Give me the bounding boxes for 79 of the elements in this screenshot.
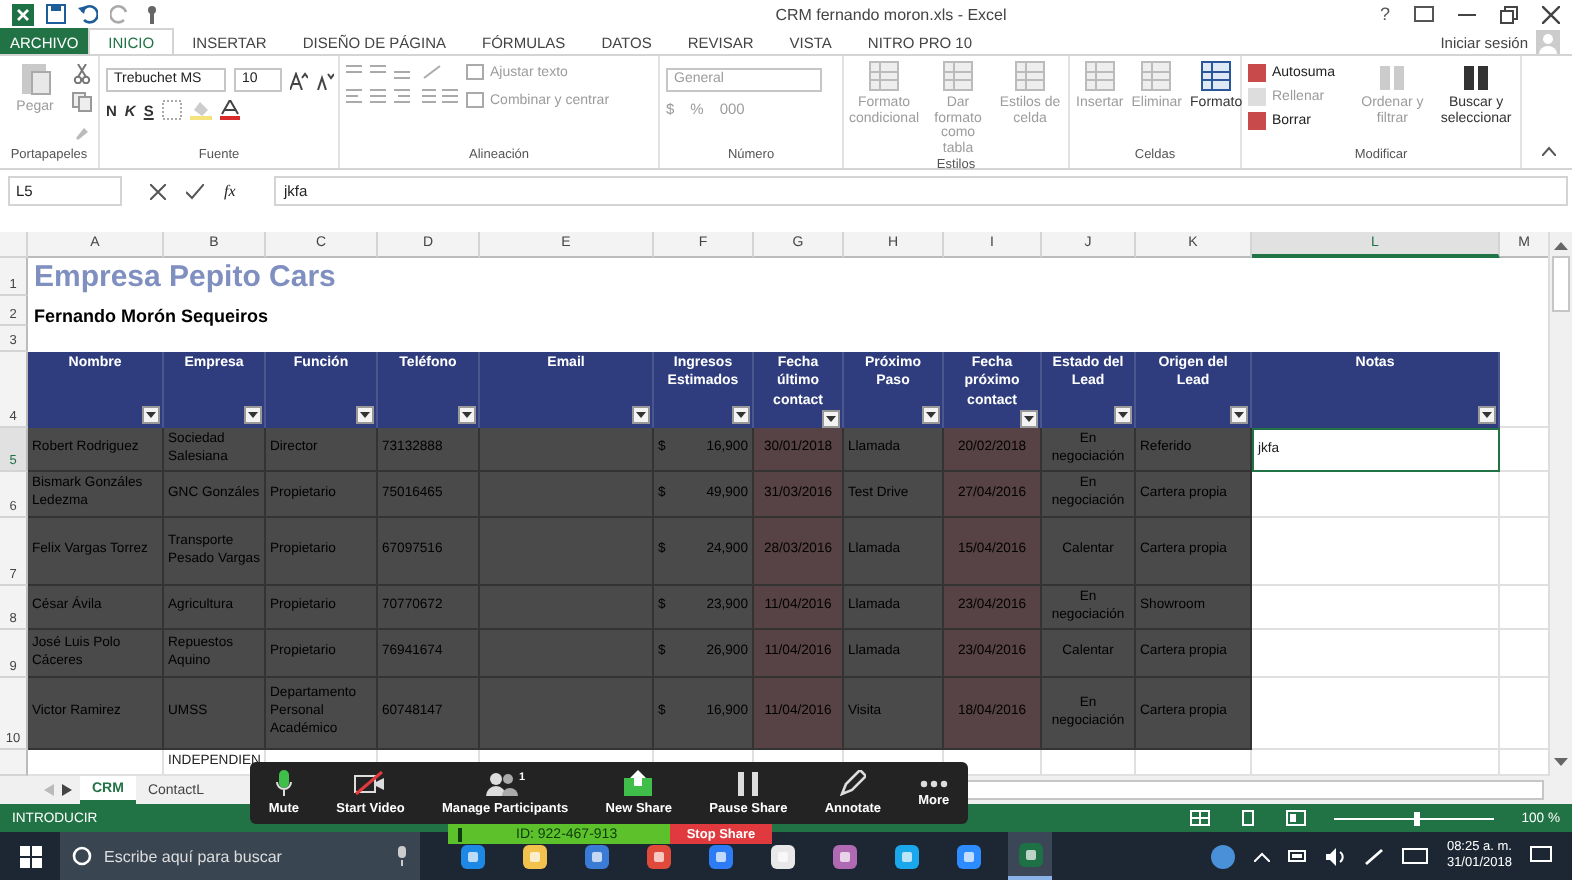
sheet-grid-icon — [1014, 60, 1046, 92]
filter-dropdown-icon[interactable] — [458, 406, 476, 424]
filter-dropdown-icon[interactable] — [1230, 406, 1248, 424]
network-icon[interactable] — [1364, 847, 1385, 865]
grow-font-icon[interactable] — [290, 71, 308, 89]
app-icon[interactable] — [645, 843, 671, 869]
tool-icon — [1462, 60, 1491, 92]
app-icon[interactable] — [893, 843, 919, 869]
app-icon[interactable] — [583, 843, 609, 869]
speaker-icon[interactable] — [1326, 847, 1347, 865]
filter-dropdown-icon[interactable] — [356, 406, 374, 424]
filter-dropdown-icon[interactable] — [1020, 410, 1038, 429]
filter-dropdown-icon[interactable] — [632, 406, 650, 424]
merge-icon — [466, 92, 484, 108]
check-icon[interactable] — [186, 183, 204, 199]
app-icon[interactable] — [707, 843, 733, 869]
zoom-slider-thumb[interactable] — [1413, 811, 1420, 825]
page-layout-icon[interactable] — [1237, 810, 1258, 826]
font-color-icon[interactable] — [219, 100, 240, 120]
undo-icon[interactable] — [78, 4, 98, 24]
sheet-grid-icon — [1140, 60, 1173, 92]
taskbar-search-field[interactable]: Escribe aquí para buscar — [60, 832, 420, 880]
paste-icon — [19, 60, 51, 96]
help-circle-icon[interactable] — [1210, 843, 1237, 869]
window-title: CRM fernando moron.xls - Excel — [773, 5, 1009, 23]
battery-icon[interactable] — [1288, 850, 1309, 862]
help-button[interactable]: ? — [1379, 4, 1390, 24]
sheet-subtitle: Fernando Morón Sequeiros — [34, 306, 269, 326]
participants-icon — [485, 771, 518, 795]
cut-icon[interactable] — [72, 64, 92, 84]
share-screen-icon — [624, 770, 653, 796]
close-icon[interactable] — [1542, 5, 1560, 23]
microphone-icon[interactable] — [396, 846, 408, 866]
insert-function-button[interactable]: fx — [224, 182, 236, 200]
filter-dropdown-icon[interactable] — [732, 406, 750, 424]
pause-icon — [738, 771, 759, 795]
shrink-font-icon[interactable] — [316, 71, 334, 89]
scrollbar-thumb[interactable] — [1552, 256, 1570, 312]
tool-icon — [1378, 60, 1407, 92]
filter-dropdown-icon[interactable] — [1478, 406, 1496, 424]
sheet-title: Empresa Pepito Cars — [34, 260, 336, 296]
microphone-icon — [275, 770, 292, 796]
sheet-grid-icon — [1083, 60, 1116, 92]
more-icon — [919, 779, 948, 787]
pencil-icon — [839, 770, 866, 796]
keyboard-icon[interactable] — [1402, 848, 1429, 864]
sheet-grid-icon — [942, 60, 974, 92]
touch-mode-icon[interactable] — [142, 4, 162, 24]
collapse-ribbon-icon[interactable] — [1542, 146, 1556, 156]
wrap-text-icon — [466, 64, 484, 80]
filter-dropdown-icon[interactable] — [922, 406, 940, 424]
app-icon[interactable] — [831, 843, 857, 869]
ribbon-display-icon[interactable] — [1414, 6, 1434, 22]
notifications-icon[interactable] — [1530, 846, 1552, 866]
app-icon[interactable] — [955, 843, 981, 869]
filter-dropdown-icon[interactable] — [244, 406, 262, 424]
cancel-icon[interactable] — [150, 183, 166, 199]
sheet-grid-icon — [868, 60, 900, 92]
filter-dropdown-icon[interactable] — [822, 410, 840, 429]
filter-dropdown-icon[interactable] — [1114, 406, 1132, 424]
app-icon[interactable] — [1017, 841, 1043, 867]
sheet-grid-icon — [1200, 60, 1233, 92]
video-off-icon — [354, 770, 387, 796]
cortana-circle-icon — [72, 846, 92, 866]
scroll-up-icon[interactable] — [1554, 240, 1568, 250]
filter-dropdown-icon[interactable] — [142, 406, 160, 424]
normal-view-icon[interactable] — [1189, 810, 1210, 826]
app-icon[interactable] — [521, 843, 547, 869]
app-icon[interactable] — [459, 843, 485, 869]
fill-color-icon[interactable] — [189, 100, 212, 120]
save-icon[interactable] — [46, 4, 66, 24]
app-icon[interactable] — [769, 843, 795, 869]
next-sheet-icon[interactable] — [62, 784, 72, 796]
copy-icon[interactable] — [72, 92, 92, 112]
restore-icon[interactable] — [1500, 5, 1518, 23]
windows-start-icon[interactable] — [20, 845, 42, 867]
page-break-icon[interactable] — [1285, 810, 1306, 826]
chevron-up-icon[interactable] — [1254, 851, 1271, 861]
scroll-down-icon[interactable] — [1554, 758, 1568, 768]
